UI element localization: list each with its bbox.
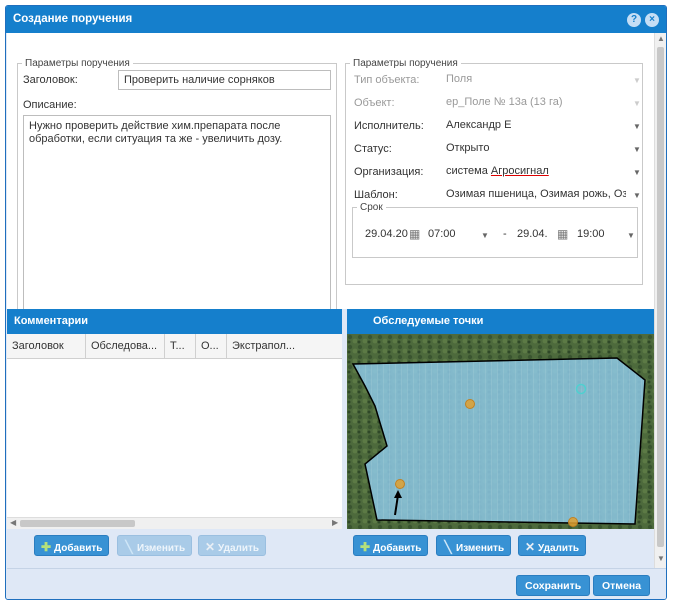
scroll-thumb[interactable] <box>657 47 664 547</box>
column-header[interactable]: Экстрапол... <box>227 334 342 359</box>
column-header[interactable]: Т... <box>165 334 196 359</box>
chevron-down-icon[interactable]: ▼ <box>633 122 641 131</box>
org-value-underlined: Агросигнал <box>490 165 549 177</box>
description-line: обработки, если ситуация та же - увеличи… <box>29 133 283 145</box>
point-delete-label: Удалить <box>538 543 580 554</box>
survey-point[interactable] <box>395 479 405 489</box>
calendar-icon[interactable]: ▦ <box>409 227 420 241</box>
plus-icon: ✚ <box>359 540 371 554</box>
cancel-button[interactable]: Отмена <box>593 575 651 596</box>
window-vscrollbar[interactable]: ▲ ▼ <box>654 33 666 568</box>
executor-combo[interactable]: Александр Е <box>441 116 626 136</box>
comments-grid-body <box>7 359 342 517</box>
template-value: Озимая пшеница, Озимая рожь, Оз <box>446 188 626 200</box>
comments-grid-header: Заголовок Обследова... Т... О... Экстрап… <box>7 334 342 359</box>
description-line: Нужно проверить действие хим.препарата п… <box>29 120 281 132</box>
object-combo[interactable]: ер_Поле № 13а (13 га) <box>441 93 626 113</box>
object-label: Объект: <box>354 97 395 109</box>
pencil-icon: ╲ <box>125 540 133 554</box>
comment-edit-label: Изменить <box>137 543 186 554</box>
window-title: Создание поручения <box>13 13 133 25</box>
column-header[interactable]: О... <box>196 334 227 359</box>
pencil-icon: ╲ <box>444 540 452 554</box>
delete-icon: ✕ <box>524 540 536 554</box>
comment-delete-label: Удалить <box>218 543 260 554</box>
point-add-label: Добавить <box>373 543 422 554</box>
chevron-down-icon[interactable]: ▼ <box>633 145 641 154</box>
org-label: Организация: <box>354 166 424 178</box>
start-time-input[interactable]: 07:00 <box>426 225 471 245</box>
field-map[interactable] <box>347 334 654 529</box>
point-edit-label: Изменить <box>456 543 505 554</box>
right-params-legend: Параметры поручения <box>353 58 458 69</box>
chevron-down-icon[interactable]: ▼ <box>633 99 641 108</box>
org-combo[interactable]: система Агросигнал <box>441 162 626 182</box>
window-body: Параметры поручения Заголовок: Проверить… <box>7 33 654 568</box>
calendar-icon[interactable]: ▦ <box>557 227 568 241</box>
executor-label: Исполнитель: <box>354 120 424 132</box>
plus-icon: ✚ <box>40 540 52 554</box>
column-header[interactable]: Заголовок <box>7 334 86 359</box>
comment-add-label: Добавить <box>54 543 103 554</box>
chevron-down-icon[interactable]: ▼ <box>633 168 641 177</box>
status-label: Статус: <box>354 143 392 155</box>
point-add-button[interactable]: ✚ Добавить <box>353 535 429 556</box>
comment-delete-button[interactable]: ✕ Удалить <box>198 535 267 556</box>
chevron-down-icon[interactable]: ▼ <box>481 231 489 240</box>
object-type-combo[interactable]: Поля <box>441 70 626 90</box>
start-date-input[interactable]: 29.04.20 <box>363 225 408 245</box>
delete-icon: ✕ <box>204 540 216 554</box>
comment-add-button[interactable]: ✚ Добавить <box>34 535 110 556</box>
org-value-prefix: система <box>446 165 491 177</box>
save-button[interactable]: Сохранить <box>516 575 591 596</box>
column-header[interactable]: Обследова... <box>86 334 165 359</box>
point-delete-button[interactable]: ✕ Удалить <box>518 535 587 556</box>
title-input[interactable]: Проверить наличие сорняков <box>118 70 331 90</box>
deadline-legend: Срок <box>360 202 383 213</box>
scroll-thumb[interactable] <box>20 520 135 527</box>
object-value: ер_Поле № 13а (13 га) <box>446 96 563 108</box>
end-date-input[interactable]: 29.04. <box>515 225 555 245</box>
description-textarea[interactable]: Нужно проверить действие хим.препарата п… <box>23 115 331 314</box>
range-dash: - <box>503 228 507 240</box>
description-label: Описание: <box>23 99 77 111</box>
template-label: Шаблон: <box>354 189 398 201</box>
comment-edit-button[interactable]: ╲ Изменить <box>117 535 193 556</box>
object-type-label: Тип объекта: <box>354 74 420 86</box>
survey-point[interactable] <box>568 517 578 527</box>
title-label: Заголовок: <box>23 74 78 86</box>
object-type-value: Поля <box>446 73 473 85</box>
scroll-up-icon[interactable]: ▲ <box>657 34 665 43</box>
comments-panel-header: Комментарии <box>7 309 342 334</box>
help-icon[interactable]: ? <box>627 13 641 27</box>
window-titlebar[interactable]: Создание поручения ? × <box>6 6 666 33</box>
chevron-down-icon[interactable]: ▼ <box>633 191 641 200</box>
executor-value: Александр Е <box>446 119 512 131</box>
chevron-down-icon[interactable]: ▼ <box>633 76 641 85</box>
status-combo[interactable]: Открыто <box>441 139 626 159</box>
scroll-down-icon[interactable]: ▼ <box>657 554 665 563</box>
status-value: Открыто <box>446 142 490 154</box>
scroll-right-icon[interactable]: ▶ <box>332 518 338 527</box>
close-icon[interactable]: × <box>645 13 659 27</box>
point-edit-button[interactable]: ╲ Изменить <box>436 535 512 556</box>
create-task-window: Создание поручения ? × Параметры поручен… <box>5 5 667 600</box>
chevron-down-icon[interactable]: ▼ <box>627 231 635 240</box>
scroll-left-icon[interactable]: ◀ <box>10 518 16 527</box>
points-panel-header: Обследуемые точки <box>347 309 654 334</box>
comments-hscrollbar[interactable]: ◀ ▶ <box>7 517 342 529</box>
survey-point[interactable] <box>465 399 475 409</box>
end-time-input[interactable]: 19:00 <box>575 225 617 245</box>
window-footer: Сохранить Отмена <box>7 568 666 599</box>
left-params-legend: Параметры поручения <box>25 58 130 69</box>
